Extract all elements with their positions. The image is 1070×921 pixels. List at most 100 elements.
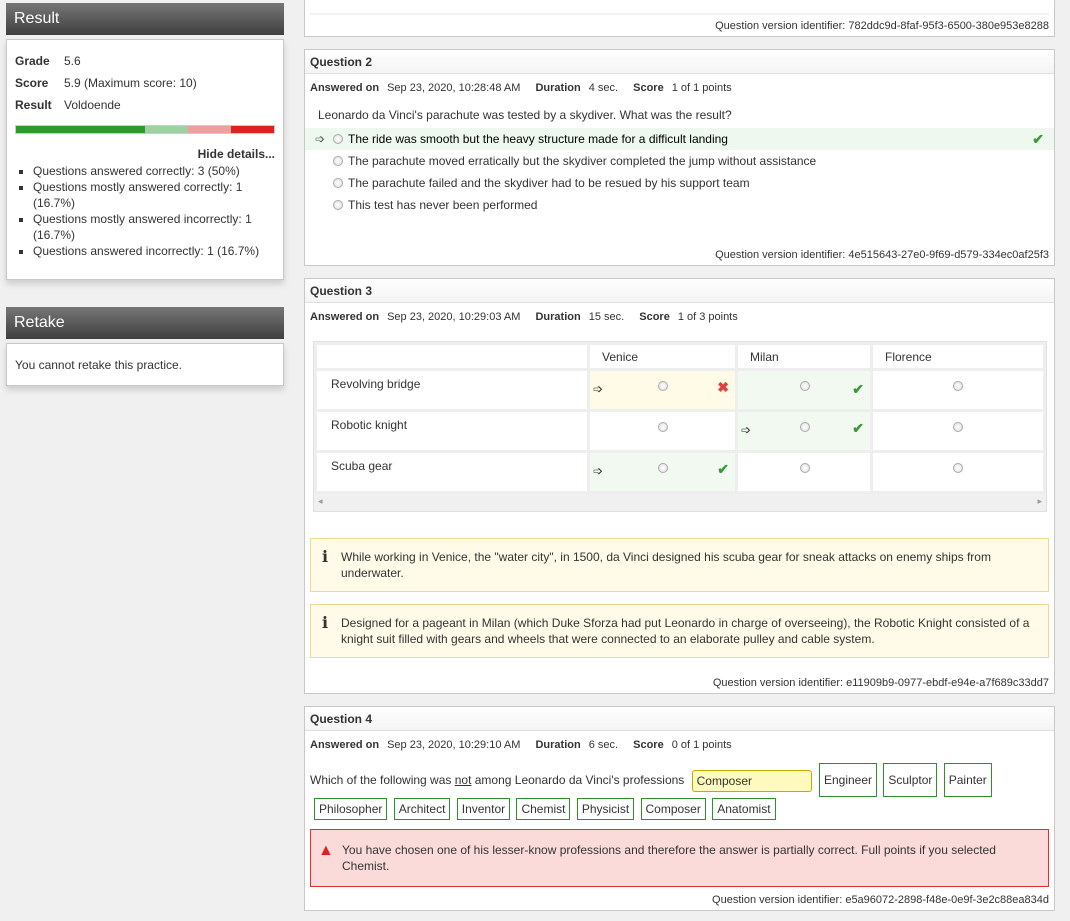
radio-button[interactable] <box>333 178 343 188</box>
score-value: 1 of 3 points <box>677 311 738 323</box>
grade-label: Grade <box>15 54 50 68</box>
info-icon: i <box>322 613 329 632</box>
answer-chip[interactable]: Composer <box>640 798 706 820</box>
answer-option[interactable]: This test has never been performed <box>305 194 1054 216</box>
radio-button[interactable] <box>953 381 963 391</box>
answer-chip[interactable]: Anatomist <box>712 798 776 820</box>
radio-button[interactable] <box>658 422 668 432</box>
score-value: 1 of 1 points <box>671 82 732 94</box>
correct-check-icon: ✔ <box>852 381 864 397</box>
feedback-hint: i Designed for a pageant in Milan (which… <box>310 604 1049 658</box>
answer-chip[interactable]: Philosopher <box>314 798 388 820</box>
radio-button[interactable] <box>800 381 810 391</box>
answer-option[interactable]: The parachute moved erratically but the … <box>305 150 1054 172</box>
grade-bar-segment <box>187 126 231 133</box>
answer-chip[interactable]: Sculptor <box>883 763 938 797</box>
question-text-pre: Which of the following was <box>310 773 455 787</box>
radio-button[interactable] <box>333 200 343 210</box>
selected-arrow-icon: ➩ <box>315 132 326 146</box>
question-version: Question version identifier: e11909b9-09… <box>712 677 1049 689</box>
info-icon: i <box>322 547 329 566</box>
answer-chip[interactable]: Physicist <box>576 798 635 820</box>
hint-text: Designed for a pageant in Milan (which D… <box>341 616 1030 646</box>
radio-button[interactable] <box>953 463 963 473</box>
radio-button[interactable] <box>800 422 810 432</box>
question-meta: Answered on Sep 23, 2020, 10:29:10 AM Dur… <box>305 731 1054 759</box>
radio-button[interactable] <box>658 463 668 473</box>
answered-value: Sep 23, 2020, 10:29:03 AM <box>387 311 521 323</box>
matrix-cell[interactable]: ➩ ✔ <box>738 412 870 450</box>
grade-bar-segment <box>144 126 188 133</box>
duration-label: Duration <box>535 739 581 751</box>
matrix-cell[interactable] <box>738 453 870 491</box>
warning-icon: ▲ <box>318 842 334 859</box>
divider <box>310 13 1049 15</box>
answer-chip[interactable]: Inventor <box>456 798 511 820</box>
question-text-post: among Leonardo da Vinci's professions <box>471 773 685 787</box>
radio-button[interactable] <box>953 422 963 432</box>
scroll-right-icon[interactable]: ▸ <box>1037 496 1042 507</box>
selected-arrow-icon: ➩ <box>741 423 752 437</box>
column-header: Venice <box>590 345 735 368</box>
retake-header: Retake <box>6 307 284 339</box>
matrix-cell[interactable] <box>873 371 1043 409</box>
answer-chip[interactable]: Engineer <box>818 763 878 797</box>
question-body: Which of the following was not among Leo… <box>305 759 1054 797</box>
answered-label: Answered on <box>310 82 380 94</box>
feedback-alert: ▲ You have chosen one of his lesser-know… <box>310 829 1049 887</box>
horizontal-scrollbar[interactable]: ◂ ▸ <box>314 494 1046 511</box>
retake-panel: You cannot retake this practice. <box>6 343 284 386</box>
details-item: Questions mostly answered correctly: 1 (… <box>33 179 275 211</box>
matrix-table: Venice Milan Florence Revolving bridge ➩… <box>314 342 1046 494</box>
row-label: Robotic knight <box>317 412 587 450</box>
correct-check-icon: ✔ <box>1032 131 1044 147</box>
answer-drop-slot[interactable]: Composer <box>691 769 812 792</box>
radio-button[interactable] <box>800 463 810 473</box>
answer-option[interactable]: ➩ The ride was smooth but the heavy stru… <box>305 128 1054 150</box>
hide-details-link[interactable]: Hide details... <box>15 147 275 161</box>
column-header: Milan <box>738 345 870 368</box>
radio-button[interactable] <box>333 134 343 144</box>
grade-bar-segment <box>16 126 145 133</box>
details-item: Questions mostly answered incorrectly: 1… <box>33 211 275 243</box>
matrix-cell[interactable]: ✔ <box>738 371 870 409</box>
result-panel: Grade 5.6 Score 5.9 (Maximum score: 10) … <box>6 39 284 280</box>
matrix-corner <box>317 345 587 368</box>
chip-row: Philosopher Architect Inventor Chemist P… <box>305 797 1054 820</box>
retake-message: You cannot retake this practice. <box>15 358 182 372</box>
result-row: Result Voldoende <box>15 98 275 112</box>
grade-bar-segment <box>230 126 275 133</box>
matrix-cell[interactable] <box>873 412 1043 450</box>
details-item: Questions answered incorrectly: 1 (16.7%… <box>33 243 275 259</box>
scroll-left-icon[interactable]: ◂ <box>318 496 323 507</box>
answer-chip[interactable]: Chemist <box>516 798 571 820</box>
row-label: Scuba gear <box>317 453 587 491</box>
score-row: Score 5.9 (Maximum score: 10) <box>15 76 275 90</box>
question-2-panel: Question 2 Answered on Sep 23, 2020, 10:2… <box>304 49 1055 266</box>
option-label: This test has never been performed <box>348 198 538 212</box>
radio-button[interactable] <box>333 156 343 166</box>
score-value: 0 of 1 points <box>671 739 732 751</box>
duration-label: Duration <box>535 311 581 323</box>
radio-button[interactable] <box>658 381 668 391</box>
answer-option[interactable]: The parachute failed and the skydiver ha… <box>305 172 1054 194</box>
option-label: The parachute failed and the skydiver ha… <box>348 176 750 190</box>
matrix-cell[interactable] <box>590 412 735 450</box>
answer-chip[interactable]: Painter <box>943 763 992 797</box>
matrix-cell[interactable]: ➩ ✖ <box>590 371 735 409</box>
left-column: Result Grade 5.6 Score 5.9 (Maximum scor… <box>6 3 284 386</box>
result-header: Result <box>6 3 284 35</box>
question-text: Leonardo da Vinci's parachute was tested… <box>318 108 732 122</box>
matrix-cell[interactable] <box>873 453 1043 491</box>
selected-arrow-icon: ➩ <box>593 464 604 478</box>
question-title: Question 4 <box>305 707 1054 731</box>
matrix-container: Venice Milan Florence Revolving bridge ➩… <box>313 341 1047 512</box>
question-1-panel: Question version identifier: 782ddc9d-8f… <box>304 0 1055 37</box>
answered-value: Sep 23, 2020, 10:29:10 AM <box>387 739 521 751</box>
hint-text: While working in Venice, the "water city… <box>341 550 991 580</box>
score-label: Score <box>15 76 49 90</box>
selected-arrow-icon: ➩ <box>593 382 604 396</box>
option-label: The parachute moved erratically but the … <box>348 154 817 168</box>
matrix-cell[interactable]: ➩ ✔ <box>590 453 735 491</box>
answer-chip[interactable]: Architect <box>393 798 451 820</box>
